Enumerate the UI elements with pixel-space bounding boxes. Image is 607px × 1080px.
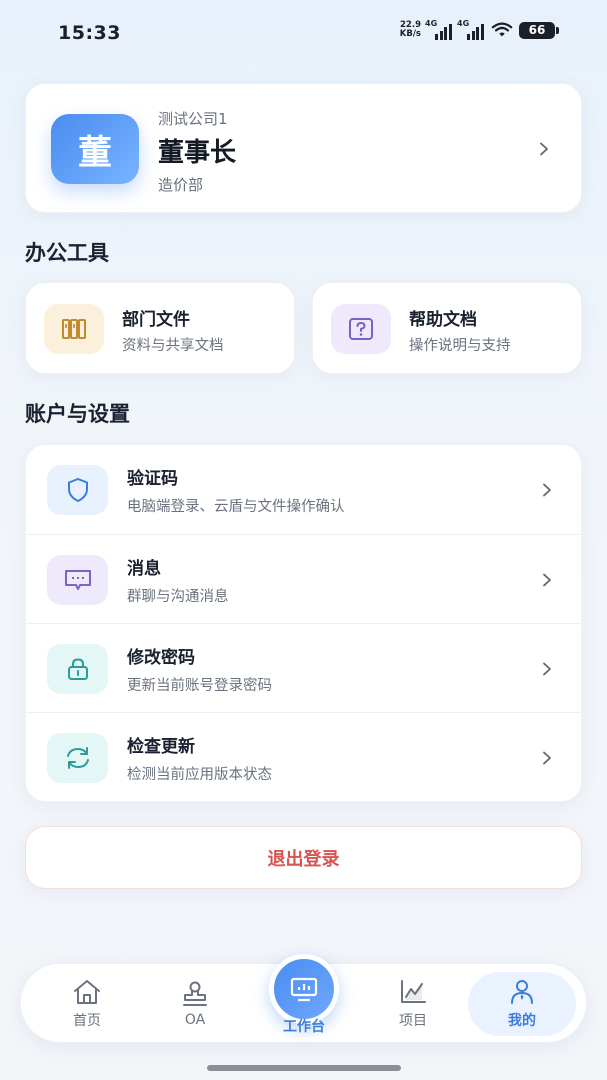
nav-oa[interactable]: OA	[149, 964, 241, 1044]
tool-subtitle: 资料与共享文档	[122, 338, 224, 354]
chevron-right-icon	[540, 482, 554, 497]
nav-label: 项目	[399, 1013, 427, 1029]
refresh-icon	[47, 733, 108, 783]
section-title-office-tools: 办公工具	[25, 241, 109, 265]
nav-label: 我的	[508, 1013, 536, 1029]
setting-title: 验证码	[127, 469, 178, 489]
shield-icon	[47, 465, 108, 515]
setting-subtitle: 检测当前应用版本状态	[127, 767, 272, 783]
chevron-right-icon	[540, 572, 554, 587]
nav-home[interactable]: 首页	[41, 964, 133, 1044]
network-speed: 22.9 KB/s	[399, 20, 421, 39]
user-icon	[511, 980, 533, 1004]
home-icon	[74, 980, 100, 1004]
setting-messages[interactable]: 消息 群聊与沟通消息	[26, 534, 581, 623]
profile-card[interactable]: 董 测试公司1 董事长 造价部	[25, 83, 582, 213]
tool-title: 帮助文档	[409, 310, 477, 330]
setting-check-update[interactable]: 检查更新 检测当前应用版本状态	[26, 712, 581, 801]
setting-title: 消息	[127, 559, 161, 579]
signal-icon: 4G	[425, 19, 453, 40]
tool-title: 部门文件	[122, 310, 190, 330]
book-icon	[44, 304, 104, 354]
message-icon	[47, 555, 108, 605]
department: 造价部	[158, 176, 204, 194]
user-role: 董事长	[158, 138, 237, 168]
status-bar: 15:33 22.9 KB/s 4G 4G 66	[0, 0, 607, 66]
nav-workbench-label: 工作台	[283, 1019, 325, 1035]
settings-list: 验证码 电脑端登录、云盾与文件操作确认 消息 群聊与沟通消息 修改密码 更新当前…	[25, 444, 582, 802]
section-title-account-settings: 账户与设置	[25, 402, 130, 426]
company-name: 测试公司1	[158, 110, 228, 128]
logout-button[interactable]: 退出登录	[25, 826, 582, 889]
nav-projects[interactable]: 项目	[367, 964, 459, 1044]
setting-subtitle: 群聊与沟通消息	[127, 589, 229, 605]
nav-label: 首页	[73, 1013, 101, 1029]
home-indicator	[207, 1065, 401, 1071]
setting-change-password[interactable]: 修改密码 更新当前账号登录密码	[26, 623, 581, 712]
chart-icon	[401, 980, 426, 1003]
lock-icon	[47, 644, 108, 694]
tool-department-files[interactable]: 部门文件 资料与共享文档	[25, 282, 295, 374]
status-time: 15:33	[58, 22, 121, 44]
nav-label: OA	[184, 1012, 206, 1028]
battery-icon: 66	[519, 21, 559, 39]
chevron-right-icon	[540, 661, 554, 676]
avatar: 董	[51, 114, 139, 184]
tool-help-docs[interactable]: 帮助文档 操作说明与支持	[312, 282, 582, 374]
setting-subtitle: 电脑端登录、云盾与文件操作确认	[127, 499, 345, 515]
bottom-nav: 首页 OA 工作台 项目 我的	[20, 954, 587, 1044]
signal-icon-2: 4G	[457, 19, 485, 40]
setting-title: 检查更新	[127, 737, 195, 757]
setting-verification-code[interactable]: 验证码 电脑端登录、云盾与文件操作确认	[26, 445, 581, 534]
nav-mine[interactable]: 我的	[468, 972, 576, 1036]
chevron-right-icon	[537, 141, 551, 156]
setting-subtitle: 更新当前账号登录密码	[127, 678, 272, 694]
nav-workbench[interactable]	[269, 954, 339, 1024]
setting-title: 修改密码	[127, 648, 195, 668]
stamp-icon	[183, 981, 207, 1006]
chevron-right-icon	[540, 750, 554, 765]
wifi-icon	[491, 22, 513, 37]
monitor-icon	[290, 977, 318, 1002]
help-icon	[331, 304, 391, 354]
tool-subtitle: 操作说明与支持	[409, 338, 511, 354]
status-icons: 22.9 KB/s 4G 4G 66	[399, 19, 559, 40]
